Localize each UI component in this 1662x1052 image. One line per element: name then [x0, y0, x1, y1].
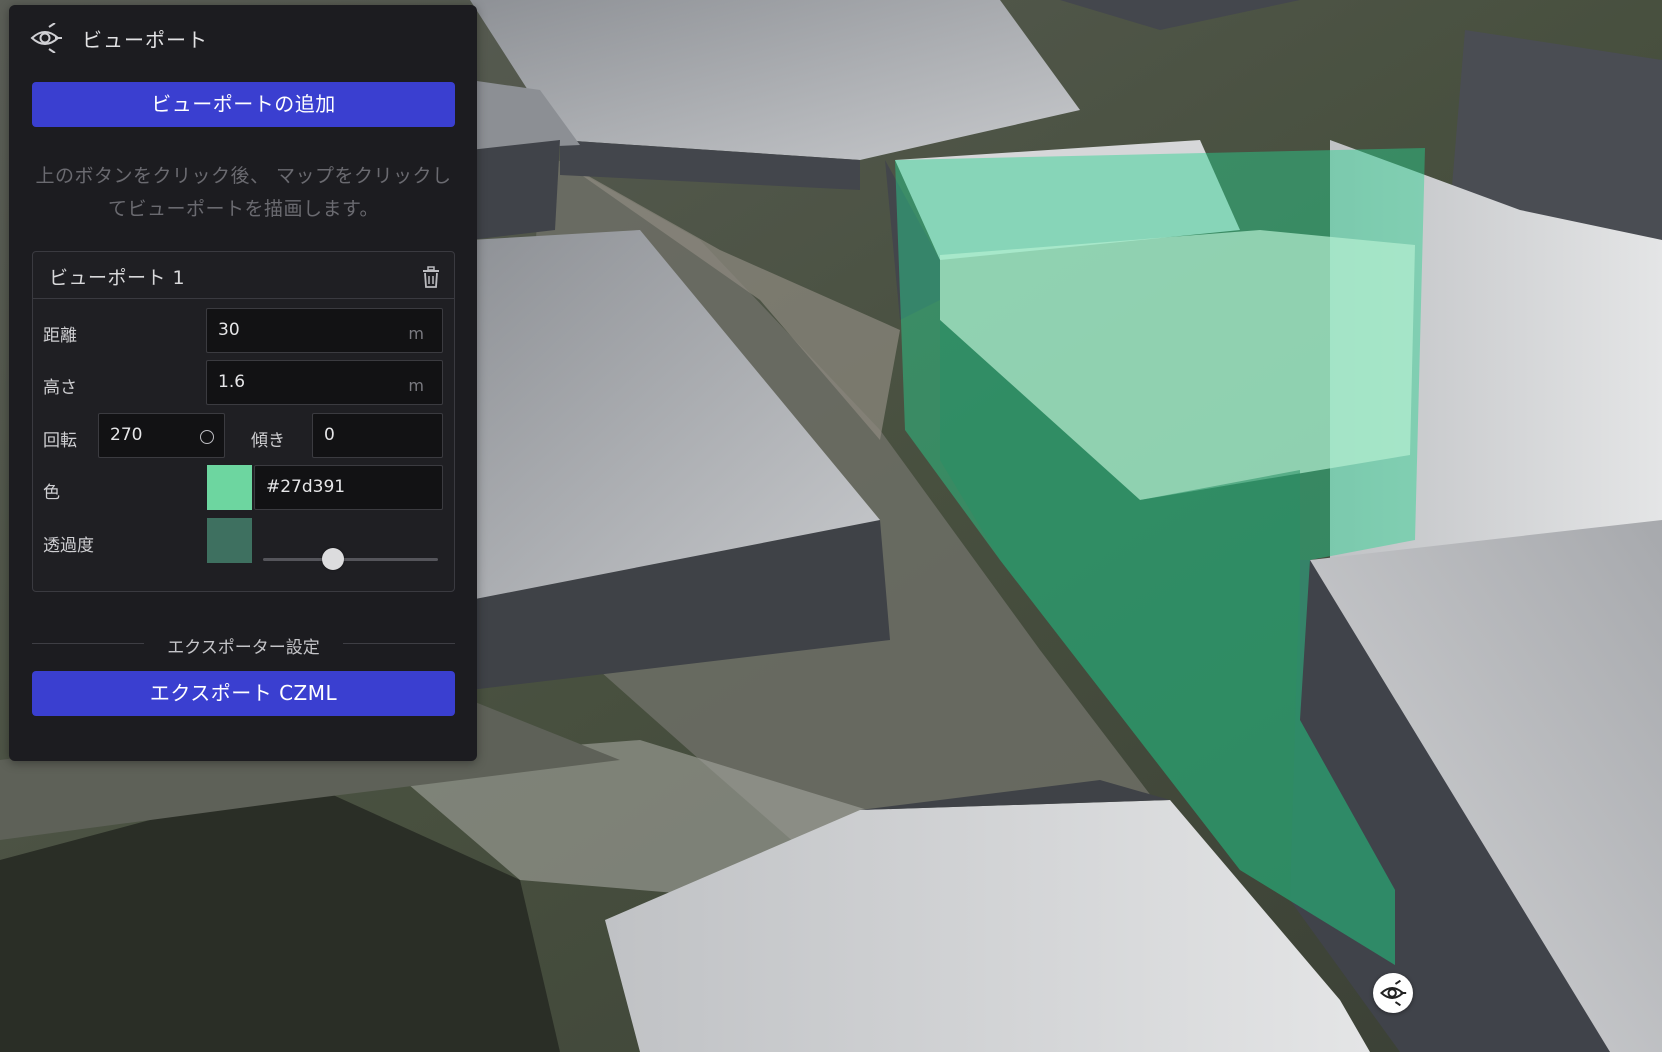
distance-unit: m: [408, 324, 424, 343]
tilt-label: 傾き: [251, 431, 285, 451]
viewport-eye-icon: [1380, 980, 1407, 1006]
tilt-value: 0: [324, 425, 335, 445]
distance-label: 距離: [43, 326, 77, 346]
color-hex-input[interactable]: #27d391: [254, 465, 443, 510]
panel-header: ビューポート: [9, 5, 477, 65]
rotation-input[interactable]: 270: [98, 413, 225, 458]
viewport-marker[interactable]: [1373, 973, 1413, 1013]
exporter-section-label-wrap: エクスポーター設定: [32, 633, 455, 658]
rotation-value: 270: [110, 425, 143, 445]
distance-value: 30: [218, 320, 240, 340]
opacity-preview-swatch: [207, 518, 252, 563]
height-input[interactable]: 1.6 m: [206, 360, 443, 405]
add-viewport-button[interactable]: ビューポートの追加: [32, 82, 455, 127]
viewport-eye-icon: [30, 23, 62, 53]
exporter-section-label: エクスポーター設定: [155, 638, 332, 658]
color-hex-value: #27d391: [266, 477, 346, 497]
panel-title: ビューポート: [82, 28, 208, 52]
building-wall-left-small: [470, 140, 560, 240]
export-czml-button[interactable]: エクスポート CZML: [32, 671, 455, 716]
exporter-section-divider: エクスポーター設定: [32, 633, 455, 658]
viewport-panel: ビューポート ビューポートの追加 上のボタンをクリック後、 マップをクリックして…: [9, 5, 477, 761]
height-value: 1.6: [218, 372, 246, 392]
rotation-label: 回転: [43, 431, 77, 451]
viewport-card-title: ビューポート 1: [49, 267, 186, 289]
distance-input[interactable]: 30 m: [206, 308, 443, 353]
viewport-card-header: ビューポート 1: [33, 252, 454, 299]
color-label: 色: [43, 483, 60, 503]
height-unit: m: [408, 376, 424, 395]
instruction-text: 上のボタンをクリック後、 マップをクリックしてビューポートを描画します。: [35, 165, 452, 220]
opacity-slider-track[interactable]: [263, 558, 438, 561]
degree-icon: [200, 430, 214, 444]
opacity-label: 透過度: [43, 536, 94, 556]
color-swatch[interactable]: [207, 465, 252, 510]
tilt-input[interactable]: 0: [312, 413, 443, 458]
viewport-card: ビューポート 1 距離 30 m 高さ 1.6 m 回転 270 傾き 0 色 …: [32, 251, 455, 592]
height-label: 高さ: [43, 378, 77, 398]
trash-icon[interactable]: [421, 266, 441, 288]
opacity-slider-handle[interactable]: [322, 548, 344, 570]
